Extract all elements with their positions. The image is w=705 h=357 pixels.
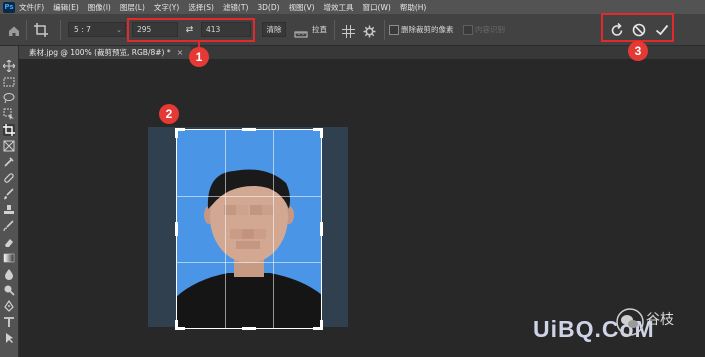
watermark-cn-text: 谷枝 (646, 312, 674, 328)
menu-type[interactable]: 文字(Y) (154, 2, 179, 13)
content-aware-label: 内容识别 (475, 25, 505, 34)
type-icon[interactable] (3, 316, 15, 328)
crop-grid-line (177, 196, 321, 197)
options-bar: 5 : 7 ⌄ 295 ⇄ 413 清除 拉直 删除裁剪的像素 内容识别 (0, 13, 705, 46)
straighten-label[interactable]: 拉直 (312, 24, 327, 35)
crop-handle-top-right[interactable] (313, 128, 323, 138)
eyedropper-icon[interactable] (3, 156, 15, 168)
crop-frame[interactable] (176, 129, 322, 329)
eraser-icon[interactable] (3, 236, 15, 248)
menu-image[interactable]: 图像(I) (88, 2, 111, 13)
menu-3d[interactable]: 3D(D) (257, 3, 279, 12)
pen-icon[interactable] (3, 300, 15, 312)
crop-handle-bottom-right[interactable] (313, 320, 323, 330)
tools-panel (0, 46, 19, 357)
crop-handle-bottom[interactable] (242, 327, 256, 330)
highlight-box-commit (601, 13, 674, 42)
crop-tool-icon[interactable] (3, 124, 15, 136)
content-aware-checkbox[interactable] (463, 25, 473, 35)
document-tab-bar: 素材.jpg @ 100% (裁剪预览, RGB/8#) * × (19, 46, 705, 59)
overlay-grid-icon[interactable] (342, 23, 355, 38)
callout-badge-2: 2 (159, 104, 179, 124)
brush-icon[interactable] (3, 188, 15, 200)
chevron-down-icon: ⌄ (116, 26, 122, 34)
straighten-icon[interactable] (294, 24, 308, 38)
crop-handle-bottom-left[interactable] (175, 320, 185, 330)
menu-layer[interactable]: 图层(L) (120, 2, 145, 13)
menu-plugins[interactable]: 增效工具 (324, 2, 354, 13)
crop-icon[interactable] (33, 22, 49, 38)
aspect-ratio-value: 5 : 7 (74, 25, 91, 34)
menu-edit[interactable]: 编辑(E) (53, 2, 79, 13)
move-icon[interactable] (3, 60, 15, 72)
frame-icon[interactable] (3, 140, 15, 152)
menu-help[interactable]: 帮助(H) (400, 2, 427, 13)
aspect-ratio-select[interactable]: 5 : 7 ⌄ (68, 22, 126, 37)
close-icon[interactable]: × (177, 48, 184, 57)
gear-icon[interactable] (363, 23, 376, 38)
marquee-icon[interactable] (3, 76, 15, 88)
crop-handle-left[interactable] (175, 222, 178, 236)
delete-cropped-label: 删除裁剪的像素 (401, 25, 454, 34)
object-select-icon[interactable] (3, 108, 15, 120)
clear-button[interactable]: 清除 (262, 22, 286, 37)
wechat-icon (616, 308, 644, 336)
history-brush-icon[interactable] (3, 220, 15, 232)
highlight-box-dimensions (127, 18, 255, 42)
delete-cropped-checkbox[interactable] (389, 25, 399, 35)
gradient-icon[interactable] (3, 252, 15, 264)
crop-grid-line (177, 262, 321, 263)
healing-brush-icon[interactable] (3, 172, 15, 184)
menu-filter[interactable]: 滤镜(T) (223, 2, 248, 13)
blur-icon[interactable] (3, 268, 15, 280)
photoshop-logo: Ps (3, 1, 15, 13)
menu-file[interactable]: 文件(F) (19, 2, 44, 13)
crop-grid-line (273, 130, 274, 328)
dodge-icon[interactable] (3, 284, 15, 296)
document-tab-label: 素材.jpg @ 100% (裁剪预览, RGB/8#) * (29, 48, 171, 57)
menu-view[interactable]: 视图(V) (289, 2, 315, 13)
crop-handle-right[interactable] (320, 222, 323, 236)
stamp-icon[interactable] (3, 204, 15, 216)
canvas-area[interactable] (19, 59, 705, 357)
crop-handle-top-left[interactable] (175, 128, 185, 138)
crop-grid-line (225, 130, 226, 328)
callout-badge-1: 1 (189, 47, 209, 67)
home-icon[interactable] (7, 23, 21, 37)
crop-handle-top[interactable] (242, 128, 256, 131)
document-tab[interactable]: 素材.jpg @ 100% (裁剪预览, RGB/8#) * × (19, 46, 192, 59)
menu-select[interactable]: 选择(S) (188, 2, 214, 13)
path-select-icon[interactable] (3, 332, 15, 344)
menu-bar: Ps 文件(F) 编辑(E) 图像(I) 图层(L) 文字(Y) 选择(S) 滤… (0, 0, 705, 14)
lasso-icon[interactable] (3, 92, 15, 104)
callout-badge-3: 3 (628, 41, 648, 61)
menu-window[interactable]: 窗口(W) (363, 2, 391, 13)
